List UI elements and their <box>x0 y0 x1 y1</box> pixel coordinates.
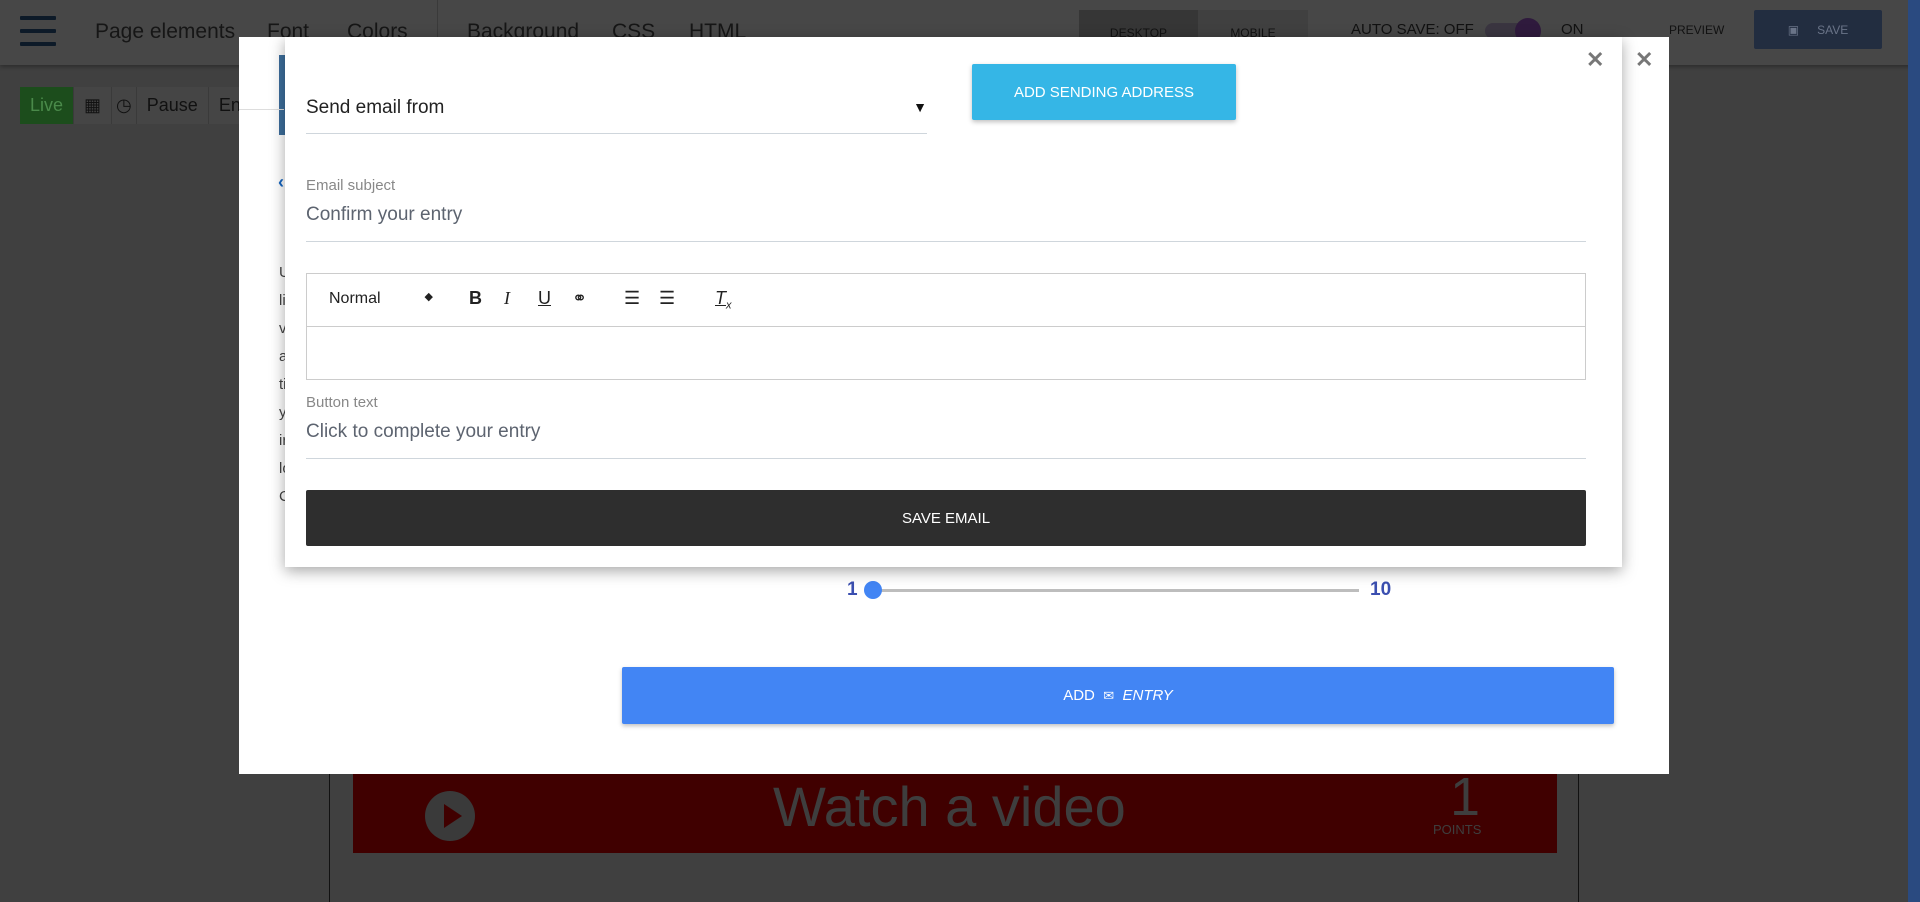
email-icon: ✉ <box>1103 687 1115 703</box>
clock-icon[interactable]: ◷ <box>112 87 137 124</box>
slider-min: 1 <box>847 579 858 600</box>
close-icon[interactable]: ✕ <box>1586 47 1604 73</box>
button-text-label: Button text <box>306 394 378 411</box>
editor-body[interactable] <box>307 327 1585 379</box>
save-email-button[interactable]: SAVE EMAIL <box>306 490 1586 546</box>
bullet-list-icon[interactable]: ☰ <box>659 288 675 309</box>
link-icon[interactable]: ⚭ <box>572 288 587 309</box>
preview-button[interactable]: PREVIEW <box>1669 23 1724 37</box>
autosave-on-label: ON <box>1561 21 1584 38</box>
autosave-label: AUTO SAVE: OFF <box>1351 21 1474 38</box>
slider-max: 10 <box>1370 579 1392 600</box>
subject-label: Email subject <box>306 177 396 194</box>
live-button[interactable]: Live <box>20 87 75 124</box>
italic-icon[interactable]: I <box>504 288 510 309</box>
dropdown-arrow-icon: ▼ <box>913 99 927 115</box>
format-select[interactable]: Normal ◆ <box>329 290 433 308</box>
send-from-select[interactable]: Send email from ▼ <box>306 97 927 134</box>
scrollbar[interactable] <box>1908 0 1920 902</box>
add-entry-button[interactable]: ADD ✉ ENTRY <box>622 667 1614 724</box>
button-text-input[interactable]: Click to complete your entry <box>306 421 1586 459</box>
editor-toolbar: Normal ◆ B I U ⚭ ☰ ☰ Tx <box>307 274 1585 327</box>
slider-thumb[interactable] <box>864 581 882 599</box>
outer-close-icon[interactable]: ✕ <box>1635 47 1653 73</box>
ordered-list-icon[interactable]: ☰ <box>624 288 640 309</box>
calendar-icon[interactable]: ▦ <box>74 87 113 124</box>
play-icon <box>425 791 475 841</box>
watch-video-entry[interactable]: Watch a video 1 POINTS <box>353 767 1557 853</box>
back-chevron-icon[interactable]: ‹ <box>278 172 284 193</box>
nav-page-elements[interactable]: Page elements <box>95 20 235 44</box>
save-button[interactable]: ▣ SAVE <box>1754 10 1882 49</box>
points-label: POINTS <box>1433 822 1482 837</box>
bold-icon[interactable]: B <box>469 288 482 309</box>
menu-icon[interactable] <box>20 16 56 46</box>
pause-button[interactable]: Pause <box>137 87 209 124</box>
underline-icon[interactable]: U <box>538 288 551 309</box>
subject-input[interactable]: Confirm your entry <box>306 204 1586 242</box>
clear-format-icon[interactable]: Tx <box>715 288 732 312</box>
entry-points: 1 <box>1450 767 1481 827</box>
email-settings-modal: Send email from ▼ ADD SENDING ADDRESS ✕ … <box>285 37 1622 567</box>
points-slider[interactable] <box>879 589 1359 592</box>
save-icon: ▣ <box>1787 22 1800 37</box>
add-sending-address-button[interactable]: ADD SENDING ADDRESS <box>972 64 1236 120</box>
status-bar: Live ▦ ◷ Pause En <box>20 87 252 124</box>
entry-title: Watch a video <box>773 775 1126 838</box>
rich-text-editor: Normal ◆ B I U ⚭ ☰ ☰ Tx <box>306 273 1586 380</box>
